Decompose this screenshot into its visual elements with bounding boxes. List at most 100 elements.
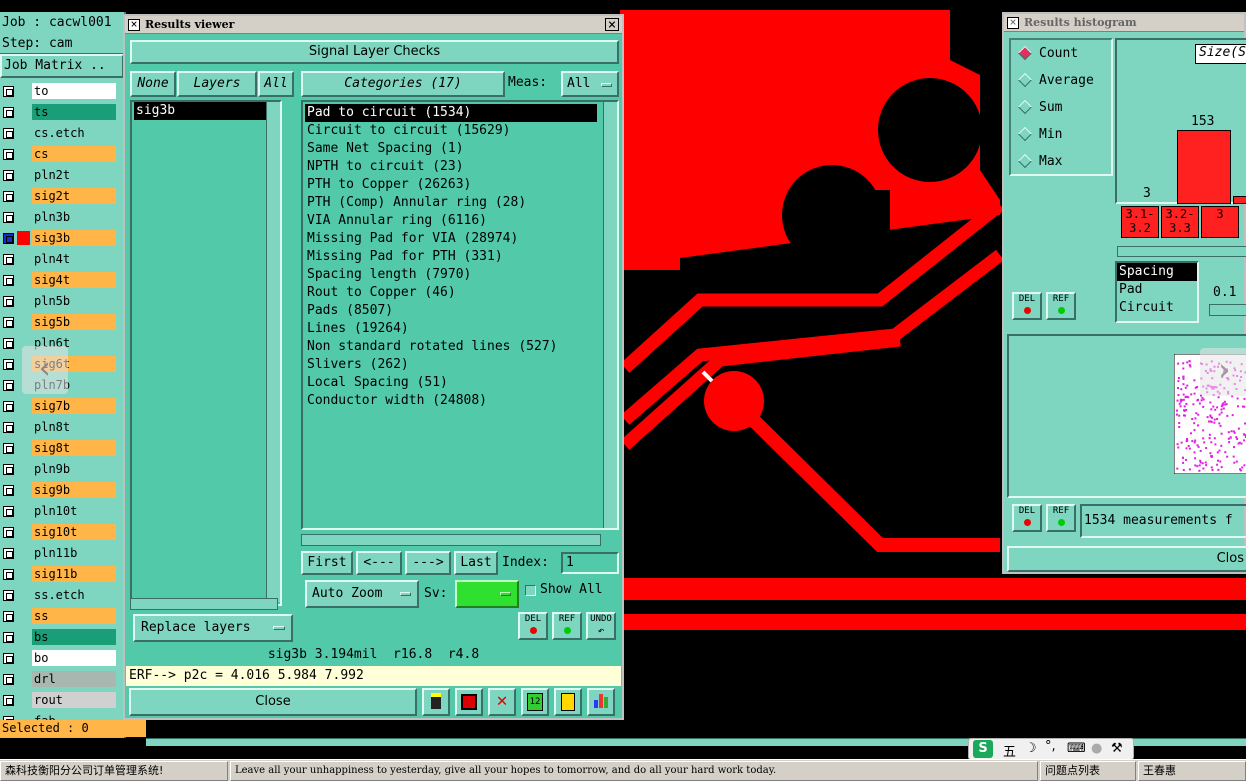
hist-del2-button[interactable]: DEL	[1012, 504, 1042, 532]
category-item[interactable]: NPTH to circuit (23)	[305, 158, 597, 176]
replace-layers-button[interactable]: Replace layers	[133, 614, 293, 642]
layer-checkbox[interactable]	[3, 86, 14, 97]
spin-value[interactable]: 0.1	[1213, 285, 1236, 300]
layer-checkbox[interactable]	[3, 170, 14, 181]
show-all-checkbox[interactable]	[525, 585, 536, 596]
category-item[interactable]: Conductor width (24808)	[305, 392, 597, 410]
layer-row[interactable]: pln8t	[0, 417, 124, 438]
layer-checkbox[interactable]	[3, 485, 14, 496]
layer-row[interactable]: pln3b	[0, 207, 124, 228]
categories-button[interactable]: Categories (17)	[301, 71, 505, 97]
category-item[interactable]: Pad to circuit (1534)	[305, 104, 597, 122]
hist-close-button[interactable]: Clos	[1007, 546, 1246, 572]
stat-radio-average[interactable]: Average	[1011, 67, 1111, 94]
severity-dropdown[interactable]	[455, 580, 519, 608]
ime-toolbar[interactable]: S 五 ☽ °, ⌨ ● ⚒	[968, 738, 1134, 760]
last-button[interactable]: Last	[454, 551, 498, 575]
stat-radio-min[interactable]: Min	[1011, 121, 1111, 148]
delete-all-icon[interactable]: ✕	[488, 688, 516, 716]
categories-listbox[interactable]: Pad to circuit (1534) Circuit to circuit …	[301, 100, 619, 530]
taskbar-user[interactable]: 王春惠	[1138, 761, 1246, 781]
category-item[interactable]: Non standard rotated lines (527)	[305, 338, 597, 356]
layer-list-vscroll[interactable]	[266, 102, 280, 602]
layer-row[interactable]: sig7b	[0, 396, 124, 417]
report-icon[interactable]	[455, 688, 483, 716]
auto-zoom-dropdown[interactable]: Auto Zoom	[305, 580, 419, 608]
category-item[interactable]: Spacing length (7970)	[305, 266, 597, 284]
notes-icon[interactable]	[554, 688, 582, 716]
hist-ref2-button[interactable]: REF	[1046, 504, 1076, 532]
layer-listbox[interactable]: sig3b	[130, 100, 282, 606]
prev-arrow-icon[interactable]: ‹	[22, 346, 68, 394]
layer-checkbox[interactable]	[3, 422, 14, 433]
layer-row[interactable]: pln10t	[0, 501, 124, 522]
category-item[interactable]: Circuit to circuit (15629)	[305, 122, 597, 140]
del-button[interactable]: DEL	[518, 612, 548, 640]
layer-row[interactable]: sig10t	[0, 522, 124, 543]
layer-checkbox[interactable]	[3, 695, 14, 706]
hist-ref-button[interactable]: REF	[1046, 292, 1076, 320]
category-item[interactable]: Local Spacing (51)	[305, 374, 597, 392]
layer-checkbox[interactable]	[3, 359, 14, 370]
layer-checkbox[interactable]	[3, 548, 14, 559]
layer-checkbox[interactable]	[3, 275, 14, 286]
stat-radio-count[interactable]: Count	[1011, 40, 1111, 67]
categories-hscroll[interactable]	[301, 534, 601, 546]
taskbar-app-order[interactable]: 森科技衡阳分公司订单管理系统!	[0, 761, 228, 781]
layer-checkbox[interactable]	[3, 254, 14, 265]
layer-checkbox[interactable]	[3, 107, 14, 118]
layer-row[interactable]: sig5b	[0, 312, 124, 333]
layer-row[interactable]: cs.etch	[0, 123, 124, 144]
layer-row[interactable]: ss.etch	[0, 585, 124, 606]
results-viewer-titlebar[interactable]: × Results viewer ×	[125, 16, 622, 34]
undo-button[interactable]: UNDO ↶	[586, 612, 616, 640]
layer-row[interactable]: pln9b	[0, 459, 124, 480]
layer-checkbox[interactable]	[3, 590, 14, 601]
prev-button[interactable]: <---	[356, 551, 402, 575]
layer-list-hscroll[interactable]	[130, 598, 278, 610]
layer-checkbox[interactable]	[3, 401, 14, 412]
layer-checkbox[interactable]	[3, 464, 14, 475]
layer-checkbox[interactable]	[3, 149, 14, 160]
measure-icon[interactable]	[422, 688, 450, 716]
layer-row[interactable]: sig9b	[0, 480, 124, 501]
layer-row[interactable]: sig2t	[0, 186, 124, 207]
layer-checkbox[interactable]	[3, 674, 14, 685]
histogram-list-item[interactable]: Circuit	[1117, 299, 1197, 317]
layer-checkbox[interactable]	[3, 191, 14, 202]
layer-row[interactable]: sig8t	[0, 438, 124, 459]
none-button[interactable]: None	[130, 71, 176, 97]
layer-checkbox[interactable]	[3, 212, 14, 223]
spin-slider[interactable]	[1209, 304, 1246, 316]
layer-row[interactable]: ss	[0, 606, 124, 627]
next-arrow-icon[interactable]: ›	[1200, 348, 1246, 396]
layer-row[interactable]: pln2t	[0, 165, 124, 186]
layer-checkbox[interactable]	[3, 611, 14, 622]
layer-row[interactable]: sig3b	[0, 228, 124, 249]
layer-row[interactable]: rout	[0, 690, 124, 711]
layer-row[interactable]: cs	[0, 144, 124, 165]
layer-row[interactable]: to	[0, 81, 124, 102]
index-input[interactable]: 1	[561, 552, 619, 574]
layer-checkbox[interactable]	[3, 653, 14, 664]
category-item[interactable]: Missing Pad for PTH (331)	[305, 248, 597, 266]
histogram-titlebar[interactable]: × Results histogram	[1004, 14, 1244, 32]
layer-row[interactable]: sig4t	[0, 270, 124, 291]
layer-checkbox[interactable]	[3, 317, 14, 328]
category-item[interactable]: Missing Pad for VIA (28974)	[305, 230, 597, 248]
layer-row[interactable]: drl	[0, 669, 124, 690]
meas-dropdown[interactable]: All	[561, 71, 619, 97]
histogram-list-item[interactable]: Pad	[1117, 281, 1197, 299]
histogram-list-item[interactable]: Spacing	[1117, 263, 1197, 281]
layer-checkbox[interactable]	[3, 443, 14, 454]
layer-row[interactable]: sig11b	[0, 564, 124, 585]
category-item[interactable]: PTH to Copper (26263)	[305, 176, 597, 194]
job-matrix-button[interactable]: Job Matrix ..	[0, 54, 124, 78]
first-button[interactable]: First	[301, 551, 353, 575]
next-button[interactable]: --->	[405, 551, 451, 575]
category-item[interactable]: VIA Annular ring (6116)	[305, 212, 597, 230]
layer-checkbox[interactable]	[3, 569, 14, 580]
layer-row[interactable]: bo	[0, 648, 124, 669]
step-icon[interactable]: 12	[521, 688, 549, 716]
layers-button[interactable]: Layers	[177, 71, 257, 97]
